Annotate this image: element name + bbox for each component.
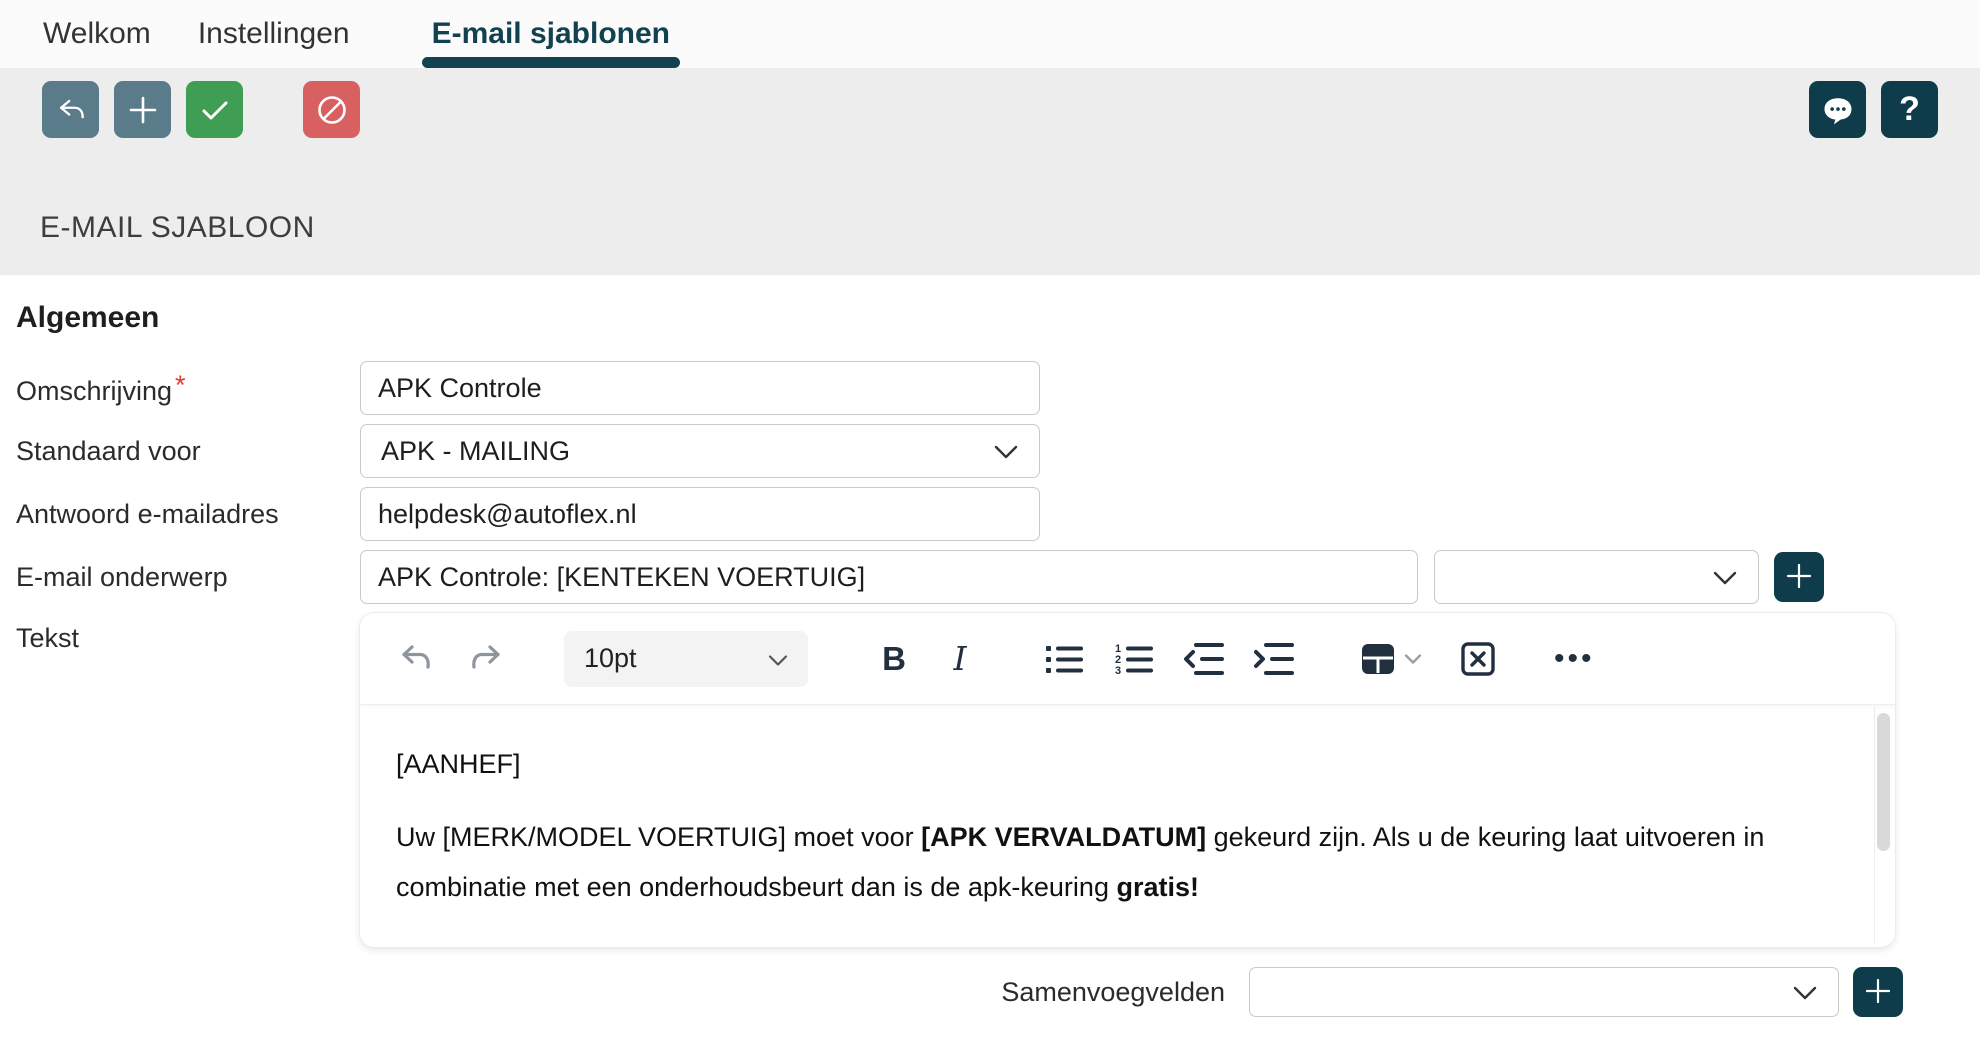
undo-icon <box>394 637 438 681</box>
samenvoegvelden-select[interactable] <box>1249 967 1839 1017</box>
question-mark-icon: ? <box>1899 90 1920 129</box>
redo-button[interactable] <box>464 637 508 681</box>
back-icon <box>53 92 89 128</box>
x-box-icon <box>1458 639 1498 679</box>
form-area: Algemeen Omschrijving* Standaard voor AP… <box>0 301 1980 1017</box>
samenvoegvelden-label: Samenvoegvelden <box>1001 977 1225 1008</box>
chevron-down-icon <box>768 643 788 674</box>
onderwerp-merge-select[interactable] <box>1434 550 1759 604</box>
rich-text-editor: 10pt B I <box>360 613 1895 947</box>
editor-scrollbar-track[interactable] <box>1874 706 1892 943</box>
editor-scrollbar-thumb[interactable] <box>1877 713 1890 851</box>
page-title: E-MAIL SJABLOON <box>40 211 315 245</box>
top-tab-bar: Welkom Instellingen E-mail sjablonen <box>0 0 1980 68</box>
font-size-select[interactable]: 10pt <box>564 631 808 687</box>
header-band: ? E-MAIL SJABLOON <box>0 68 1980 275</box>
bullet-list-button[interactable] <box>1042 637 1086 681</box>
required-asterisk: * <box>175 370 186 400</box>
antwoord-emailadres-input[interactable] <box>360 487 1040 541</box>
tab-welkom[interactable]: Welkom <box>43 0 151 68</box>
tab-email-sjablonen[interactable]: E-mail sjablonen <box>432 0 670 68</box>
table-icon <box>1358 639 1398 679</box>
svg-text:3: 3 <box>1115 665 1121 677</box>
speech-bubble-icon <box>1820 92 1856 128</box>
bold-text: gratis! <box>1116 872 1199 902</box>
font-size-value: 10pt <box>584 643 637 674</box>
bullet-list-icon <box>1042 637 1086 681</box>
chevron-down-icon <box>1792 977 1818 1008</box>
add-button[interactable] <box>114 81 171 138</box>
help-button[interactable]: ? <box>1881 81 1938 138</box>
editor-toolbar: 10pt B I <box>360 613 1895 705</box>
action-toolbar: ? <box>0 68 1980 138</box>
editor-paragraph: [AANHEF] <box>396 739 1835 789</box>
tab-instellingen[interactable]: Instellingen <box>198 0 350 68</box>
row-antwoord-emailadres: Antwoord e-mailadres <box>16 487 1980 541</box>
save-button[interactable] <box>186 81 243 138</box>
remove-table-button[interactable] <box>1458 639 1498 679</box>
email-onderwerp-label: E-mail onderwerp <box>16 562 360 593</box>
omschrijving-label: Omschrijving* <box>16 370 360 407</box>
omschrijving-input[interactable] <box>360 361 1040 415</box>
tekst-label: Tekst <box>16 613 360 654</box>
outdent-button[interactable] <box>1182 637 1226 681</box>
redo-icon <box>464 637 508 681</box>
bold-button[interactable]: B <box>872 637 916 681</box>
plus-icon <box>1784 561 1814 594</box>
chevron-down-icon <box>993 436 1019 467</box>
chevron-down-icon <box>1712 562 1738 593</box>
row-standaard-voor: Standaard voor APK - MAILING <box>16 424 1980 478</box>
merge-token-bold: [APK VERVALDATUM] <box>921 822 1206 852</box>
more-toolbar-button[interactable]: ••• <box>1554 642 1595 676</box>
cancel-button[interactable] <box>303 81 360 138</box>
back-button[interactable] <box>42 81 99 138</box>
editor-paragraph: Uw [MERK/MODEL VOERTUIG] moet voor [APK … <box>396 812 1816 912</box>
plus-icon <box>1863 976 1893 1009</box>
standaard-voor-value: APK - MAILING <box>381 436 570 467</box>
italic-button[interactable]: I <box>938 637 982 681</box>
table-menu-chevron[interactable] <box>1404 653 1422 665</box>
editor-content[interactable]: [AANHEF] Uw [MERK/MODEL VOERTUIG] moet v… <box>360 705 1895 947</box>
outdent-icon <box>1182 637 1226 681</box>
chevron-down-icon <box>1404 653 1422 665</box>
circle-slash-icon <box>314 92 350 128</box>
onderwerp-merge-add-button[interactable] <box>1774 552 1824 602</box>
table-button[interactable] <box>1358 639 1398 679</box>
section-title-algemeen: Algemeen <box>16 301 1980 335</box>
email-onderwerp-input[interactable] <box>360 550 1418 604</box>
checkmark-icon <box>198 93 232 127</box>
standaard-voor-label: Standaard voor <box>16 436 360 467</box>
plus-icon <box>126 93 160 127</box>
indent-button[interactable] <box>1252 637 1296 681</box>
numbered-list-icon: 1 2 3 <box>1112 637 1156 681</box>
row-tekst: Tekst <box>16 613 1980 947</box>
row-email-onderwerp: E-mail onderwerp <box>16 550 1980 604</box>
samenvoegvelden-add-button[interactable] <box>1853 967 1903 1017</box>
chat-button[interactable] <box>1809 81 1866 138</box>
numbered-list-button[interactable]: 1 2 3 <box>1112 637 1156 681</box>
antwoord-emailadres-label: Antwoord e-mailadres <box>16 499 360 530</box>
undo-button[interactable] <box>394 637 438 681</box>
indent-icon <box>1252 637 1296 681</box>
row-omschrijving: Omschrijving* <box>16 361 1980 415</box>
row-samenvoegvelden: Samenvoegvelden <box>16 967 1903 1017</box>
standaard-voor-select[interactable]: APK - MAILING <box>360 424 1040 478</box>
